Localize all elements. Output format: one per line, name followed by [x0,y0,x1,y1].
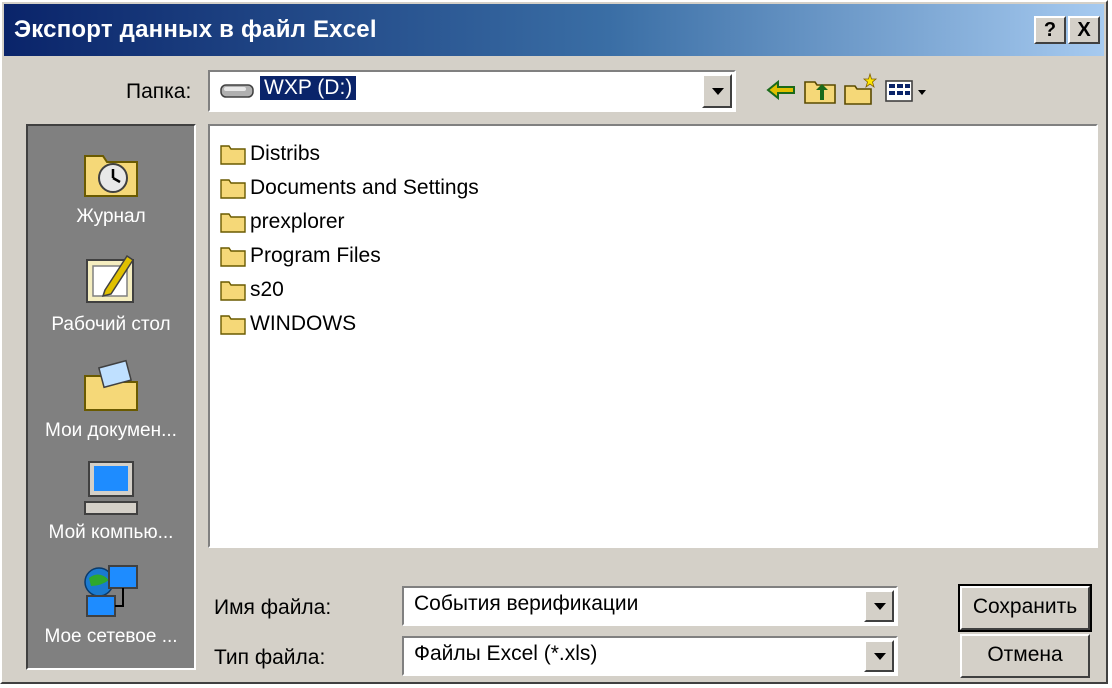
file-name: WINDOWS [250,312,357,335]
folder-icon [220,213,246,233]
places-bar: Журнал Рабочий стол Мои докумен... Мой к… [26,124,196,670]
folder-icon [220,145,246,165]
save-dialog: Экспорт данных в файл Excel ? X Папка: W… [0,0,1108,684]
list-item[interactable]: s20 [220,274,284,306]
lookin-label: Папка: [126,80,192,103]
place-network[interactable]: Мое сетевое ... [28,562,194,648]
filetype-label: Тип файла: [214,646,326,669]
up-folder-icon[interactable] [802,72,838,108]
network-places-icon [84,565,138,617]
list-item[interactable]: Documents and Settings [220,172,479,204]
filename-dropdown-button[interactable] [864,590,894,622]
file-list[interactable]: Distribs Documents and Settings prexplor… [208,124,1098,548]
folder-icon [220,179,246,199]
window-title: Экспорт данных в файл Excel [14,16,377,43]
views-menu-icon[interactable] [882,72,942,108]
place-label: Журнал [76,206,146,227]
close-button[interactable]: X [1068,16,1100,44]
cancel-button[interactable]: Отмена [960,634,1090,678]
filetype-dropdown-button[interactable] [864,640,894,672]
filetype-select[interactable]: Файлы Excel (*.xls) [402,636,898,676]
place-label: Мое сетевое ... [44,626,178,647]
lookin-dropdown-button[interactable] [702,74,732,108]
file-name: Documents and Settings [250,176,479,199]
file-name: prexplorer [250,210,345,233]
place-desktop[interactable]: Рабочий стол [28,250,194,336]
lookin-value: WXP (D:) [258,75,358,101]
filename-field[interactable]: События верификации [402,586,898,626]
lookin-combo[interactable]: WXP (D:) [208,70,736,112]
list-item[interactable]: prexplorer [220,206,345,238]
file-name: Distribs [250,142,321,165]
list-item[interactable]: Distribs [220,138,320,170]
help-button[interactable]: ? [1034,16,1066,44]
my-computer-icon [84,461,138,515]
list-item[interactable]: Program Files [220,240,381,272]
place-label: Мой компью... [48,522,174,543]
folder-icon [220,315,246,335]
file-name: s20 [250,278,284,301]
place-my-documents[interactable]: Мои докумен... [28,356,194,442]
save-button[interactable]: Сохранить [958,584,1092,632]
folder-icon [220,281,246,301]
place-label: Рабочий стол [51,314,171,335]
history-icon [84,155,138,197]
folder-icon [220,247,246,267]
new-folder-icon[interactable] [842,72,878,108]
title-bar[interactable]: Экспорт данных в файл Excel ? X [4,4,1104,56]
place-my-computer[interactable]: Мой компью... [28,458,194,544]
my-documents-icon [84,359,138,411]
drive-icon [220,84,254,98]
file-name: Program Files [250,244,381,267]
place-label: Мои докумен... [45,420,177,441]
back-arrow-icon[interactable] [764,72,800,108]
filename-label: Имя файла: [214,596,332,619]
filename-value: События верификации [414,592,639,615]
desktop-icon [86,254,135,303]
list-item[interactable]: WINDOWS [220,308,356,340]
place-history[interactable]: Журнал [28,142,194,228]
filetype-value: Файлы Excel (*.xls) [414,642,598,665]
